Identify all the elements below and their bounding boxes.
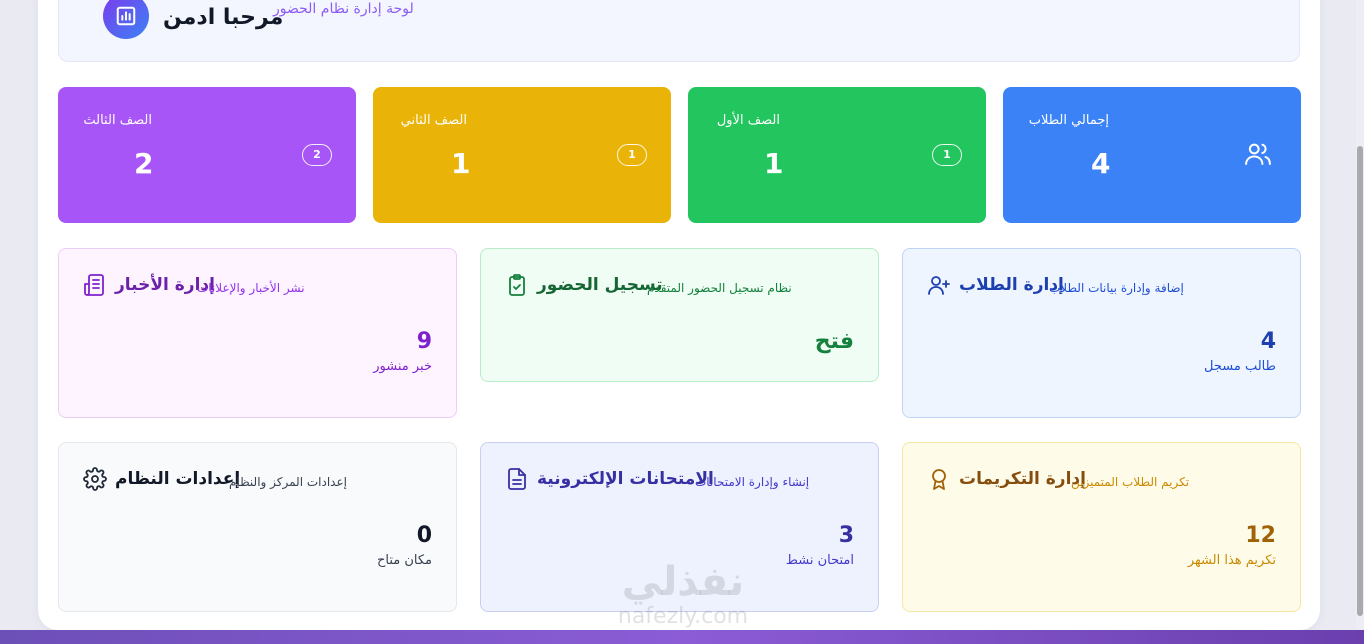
feature-card-attendance[interactable]: تسجيل الحضور نظام تسجيل الحضور المتقدم ف… [480,248,879,382]
award-icon [927,467,951,491]
watermark-arabic: نفذلي [621,559,745,605]
clipboard-check-icon [505,273,529,297]
page-subtitle: لوحة إدارة نظام الحضور [273,1,414,17]
feature-card-settings[interactable]: إعدادات النظام إعدادات المركز والنظام 0 … [58,442,457,612]
feature-title: تسجيل الحضور [537,275,663,295]
feature-caption: امتحان نشط [785,553,854,568]
feature-subtitle: إنشاء وإدارة الامتحانات [695,475,810,489]
stat-label: إجمالي الطلاب [1028,113,1109,128]
stat-label: الصف الأول [716,113,780,128]
chart-bar-icon [103,0,149,39]
stat-value: 1 [764,147,784,180]
stat-card-total-students[interactable]: إجمالي الطلاب 4 [1003,87,1301,223]
watermark: نفذلي nafezly.com [598,560,768,630]
stat-label: الصف الثالث [83,113,152,128]
feature-subtitle: تكريم الطلاب المتميزين [1071,475,1190,489]
feature-caption: مكان متاح [376,553,432,568]
feature-title: الامتحانات الإلكترونية [537,469,714,489]
feature-title: إعدادات النظام [115,469,241,489]
feature-value: 9 [416,329,432,354]
open-button[interactable]: فتح [815,329,854,354]
feature-caption: طالب مسجل [1204,359,1276,374]
stat-card-grade-3[interactable]: الصف الثالث 2 2 [58,87,356,223]
stat-value: 1 [451,147,471,180]
feature-subtitle: نظام تسجيل الحضور المتقدم [647,281,792,295]
feature-card-honors[interactable]: إدارة التكريمات تكريم الطلاب المتميزين 1… [902,442,1301,612]
users-icon [1243,139,1273,173]
feature-subtitle: إضافة وإدارة بيانات الطلاب [1049,281,1184,295]
gear-icon [83,467,107,491]
welcome-banner: مرحبا ادمن لوحة إدارة نظام الحضور [58,0,1300,62]
feature-caption: تكريم هذا الشهر [1187,553,1276,568]
feature-value: 12 [1245,523,1276,548]
feature-subtitle: نشر الأخبار والإعلانات [197,281,305,295]
scrollbar-thumb[interactable] [1357,146,1363,616]
count-badge: 1 [617,144,647,166]
feature-value: 4 [1260,329,1276,354]
count-badge: 2 [302,144,332,166]
stat-card-grade-2[interactable]: الصف الثاني 1 1 [373,87,671,223]
newspaper-icon [83,273,107,297]
stat-card-grade-1[interactable]: الصف الأول 1 1 [688,87,986,223]
stat-label: الصف الثاني [400,113,467,128]
feature-title: إدارة التكريمات [959,469,1086,489]
dashboard-container: مرحبا ادمن لوحة إدارة نظام الحضور إجمالي… [38,0,1320,630]
feature-value: 3 [838,523,854,548]
stat-value: 4 [1091,147,1111,180]
watermark-latin: nafezly.com [617,604,749,629]
user-plus-icon [927,273,951,297]
feature-value: 0 [416,523,432,548]
feature-card-students[interactable]: إدارة الطلاب إضافة وإدارة بيانات الطلاب … [902,248,1301,418]
file-text-icon [505,467,529,491]
page-title: مرحبا ادمن [163,5,284,30]
bottom-strip [0,630,1364,644]
count-badge: 1 [932,144,962,166]
feature-subtitle: إعدادات المركز والنظام [229,475,347,489]
feature-card-news[interactable]: إدارة الأخبار نشر الأخبار والإعلانات 9 خ… [58,248,457,418]
feature-caption: خبر منشور [373,359,432,374]
stat-value: 2 [134,147,154,180]
